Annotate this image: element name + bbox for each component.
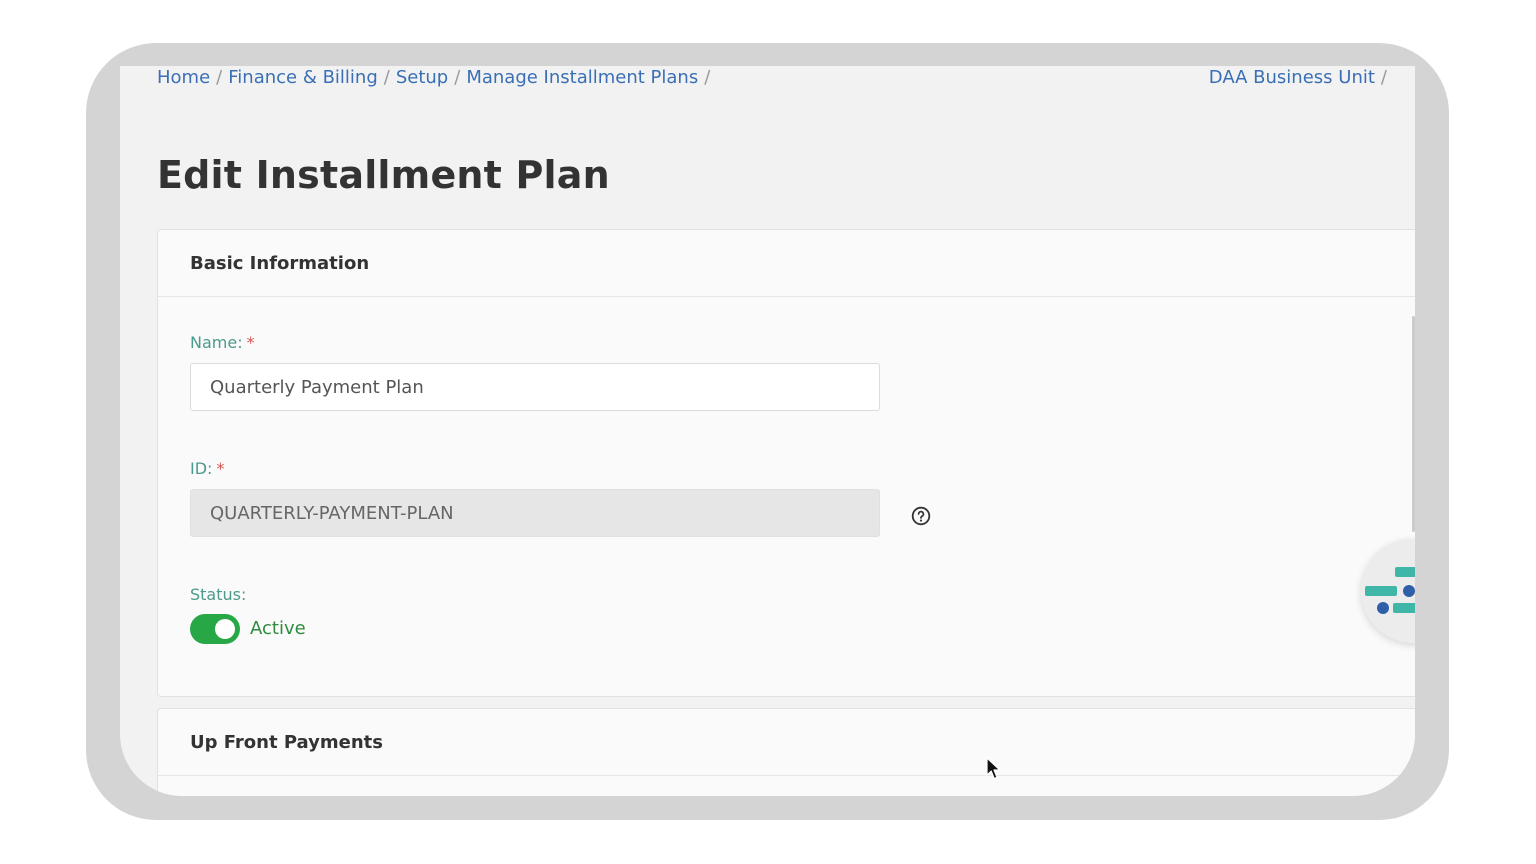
up-front-payments-card: Up Front Payments xyxy=(157,708,1415,796)
name-input[interactable]: Quarterly Payment Plan xyxy=(190,363,880,411)
question-circle-icon[interactable] xyxy=(911,506,931,526)
filter-sliders-icon xyxy=(1365,567,1415,614)
name-label-text: Name: xyxy=(190,333,243,352)
status-toggle[interactable] xyxy=(190,614,240,644)
id-label: ID: * xyxy=(190,459,224,478)
id-input: QUARTERLY-PAYMENT-PLAN xyxy=(190,489,880,537)
breadcrumb-finance-billing[interactable]: Finance & Billing xyxy=(228,67,378,88)
status-label: Status: xyxy=(190,585,247,604)
business-unit-link[interactable]: DAA Business Unit xyxy=(1209,67,1375,88)
breadcrumb-separator: / xyxy=(383,66,390,88)
scrollbar[interactable] xyxy=(1412,316,1415,532)
breadcrumb-home[interactable]: Home xyxy=(157,67,210,88)
breadcrumb-separator: / xyxy=(216,66,223,88)
name-label: Name: * xyxy=(190,333,255,352)
breadcrumb-separator: / xyxy=(454,66,461,88)
required-marker: * xyxy=(216,459,225,478)
app-screen: Home / Finance & Billing / Setup / Manag… xyxy=(120,66,1415,796)
business-unit-breadcrumb: DAA Business Unit / xyxy=(1209,66,1387,88)
breadcrumb-separator: / xyxy=(704,66,711,88)
business-unit-separator: / xyxy=(1380,66,1387,88)
mouse-pointer-icon xyxy=(986,757,1001,780)
breadcrumb-setup[interactable]: Setup xyxy=(396,67,448,88)
breadcrumb-manage-installment-plans[interactable]: Manage Installment Plans xyxy=(466,67,698,88)
page-title: Edit Installment Plan xyxy=(157,153,610,198)
id-label-text: ID: xyxy=(190,459,213,478)
name-input-value: Quarterly Payment Plan xyxy=(210,376,424,398)
filter-fab-button[interactable] xyxy=(1361,539,1415,643)
up-front-payments-header: Up Front Payments xyxy=(158,709,1415,776)
basic-information-card: Basic Information Name: * Quarterly Payme… xyxy=(157,229,1415,697)
required-marker: * xyxy=(246,333,255,352)
id-input-value: QUARTERLY-PAYMENT-PLAN xyxy=(210,502,454,524)
status-value: Active xyxy=(250,618,306,639)
breadcrumb: Home / Finance & Billing / Setup / Manag… xyxy=(157,66,716,88)
basic-information-header: Basic Information xyxy=(158,230,1415,297)
